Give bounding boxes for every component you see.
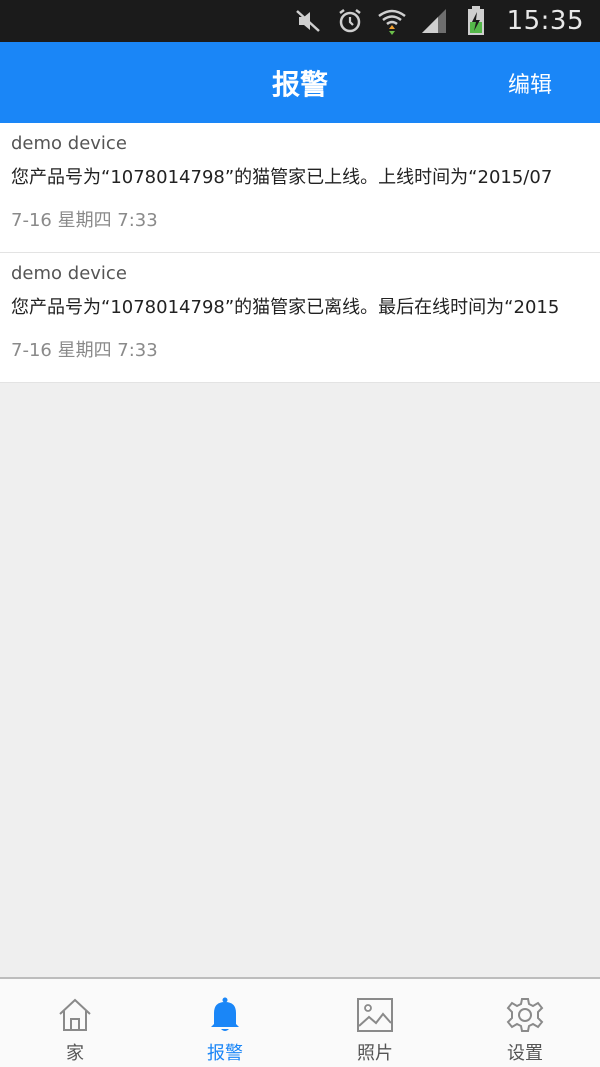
home-icon xyxy=(55,995,95,1035)
signal-icon xyxy=(419,6,449,36)
alarm-clock-icon xyxy=(335,6,365,36)
wifi-icon xyxy=(377,6,407,36)
status-bar: 15:35 xyxy=(0,0,600,42)
bottom-tab-bar: 家 报警 照片 设置 xyxy=(0,977,600,1067)
bell-icon xyxy=(205,995,245,1035)
status-time: 15:35 xyxy=(506,6,584,36)
alarm-message: 您产品号为“1078014798”的猫管家已上线。上线时间为“2015/07 xyxy=(11,167,553,188)
mute-icon xyxy=(293,6,323,36)
list-item[interactable]: demo device 您产品号为“1078014798”的猫管家已上线。上线时… xyxy=(0,123,600,253)
alarm-message: 您产品号为“1078014798”的猫管家已离线。最后在线时间为“2015 xyxy=(11,297,560,318)
tab-alarm[interactable]: 报警 xyxy=(150,979,300,1067)
edit-button[interactable]: 编辑 xyxy=(508,42,552,123)
tab-photos[interactable]: 照片 xyxy=(300,979,450,1067)
list-item[interactable]: demo device 您产品号为“1078014798”的猫管家已离线。最后在… xyxy=(0,253,600,383)
alarm-time: 7-16 星期四 7:33 xyxy=(11,340,158,361)
tab-home[interactable]: 家 xyxy=(0,979,150,1067)
tab-label: 报警 xyxy=(207,1043,243,1064)
gear-icon xyxy=(505,995,545,1035)
battery-charging-icon xyxy=(461,6,491,36)
tab-label: 设置 xyxy=(507,1043,543,1064)
app-header: 报警 编辑 xyxy=(0,42,600,123)
tab-label: 家 xyxy=(66,1043,84,1064)
alarm-time: 7-16 星期四 7:33 xyxy=(11,210,158,231)
tab-settings[interactable]: 设置 xyxy=(450,979,600,1067)
alarm-device-name: demo device xyxy=(11,263,127,284)
photo-icon xyxy=(355,995,395,1035)
tab-label: 照片 xyxy=(357,1043,393,1064)
alarm-list: demo device 您产品号为“1078014798”的猫管家已上线。上线时… xyxy=(0,123,600,383)
alarm-device-name: demo device xyxy=(11,133,127,154)
